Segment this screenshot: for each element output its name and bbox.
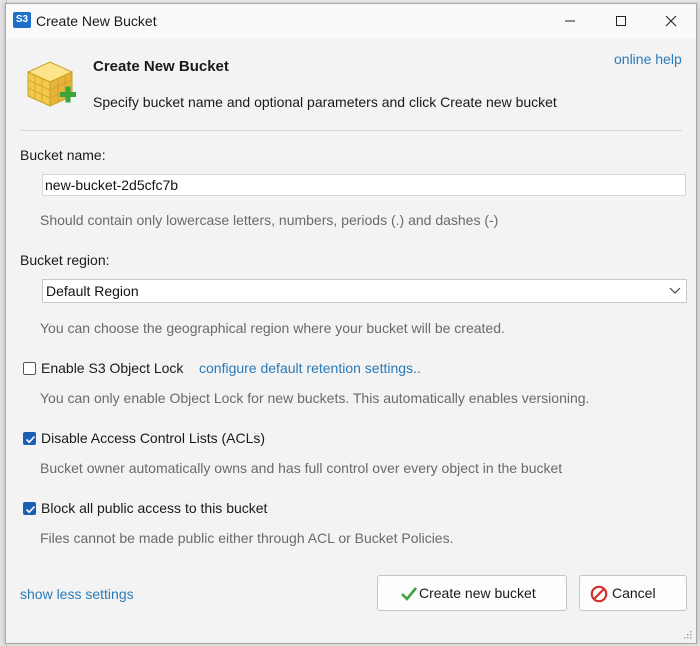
disable-acl-checkbox[interactable] [23, 432, 36, 445]
object-lock-checkbox[interactable] [23, 362, 36, 375]
maximize-icon [616, 15, 626, 26]
header-description: Specify bucket name and optional paramet… [93, 94, 557, 110]
close-button[interactable] [648, 4, 694, 38]
object-lock-hint: You can only enable Object Lock for new … [40, 390, 590, 406]
chevron-down-icon [669, 287, 681, 294]
create-button-label: Create new bucket [419, 585, 536, 601]
bucket-add-icon [26, 61, 76, 107]
dialog-header: Create New Bucket Specify bucket name an… [6, 38, 696, 134]
block-public-checkbox[interactable] [23, 502, 36, 515]
block-public-hint: Files cannot be made public either throu… [40, 530, 454, 546]
checkmark-icon [401, 587, 418, 601]
bucket-name-hint: Should contain only lowercase letters, n… [40, 212, 499, 228]
show-less-settings-link[interactable]: show less settings [20, 586, 134, 602]
bucket-name-input[interactable] [42, 174, 686, 196]
disable-acl-hint: Bucket owner automatically owns and has … [40, 460, 563, 476]
bucket-region-select[interactable]: Default Region [42, 279, 687, 303]
header-title: Create New Bucket [93, 58, 229, 75]
minimize-icon [565, 20, 575, 22]
s3-app-icon: S3 [13, 12, 31, 28]
disable-acl-label[interactable]: Disable Access Control Lists (ACLs) [41, 430, 265, 446]
configure-retention-link[interactable]: configure default retention settings.. [199, 360, 421, 376]
title-bar[interactable]: S3 Create New Bucket [6, 4, 696, 38]
minimize-button[interactable] [547, 4, 593, 38]
create-bucket-dialog: S3 Create New Bucket Create New Bucket S… [5, 3, 697, 644]
close-icon [665, 15, 677, 27]
header-separator [20, 130, 682, 131]
cancel-icon [590, 585, 608, 603]
cancel-button-label: Cancel [612, 585, 656, 601]
resize-grip-icon[interactable] [682, 629, 692, 639]
online-help-link[interactable]: online help [614, 51, 682, 67]
bucket-region-hint: You can choose the geographical region w… [40, 320, 505, 336]
window-title: Create New Bucket [36, 13, 157, 29]
object-lock-label[interactable]: Enable S3 Object Lock [41, 360, 183, 376]
create-new-bucket-button[interactable]: Create new bucket [377, 575, 567, 611]
bucket-name-label: Bucket name: [20, 147, 106, 163]
checkmark-icon [25, 435, 36, 444]
bucket-region-value: Default Region [46, 283, 139, 299]
cancel-button[interactable]: Cancel [579, 575, 687, 611]
maximize-button[interactable] [598, 4, 644, 38]
checkmark-icon [25, 505, 36, 514]
bucket-region-label: Bucket region: [20, 252, 110, 268]
block-public-label[interactable]: Block all public access to this bucket [41, 500, 267, 516]
